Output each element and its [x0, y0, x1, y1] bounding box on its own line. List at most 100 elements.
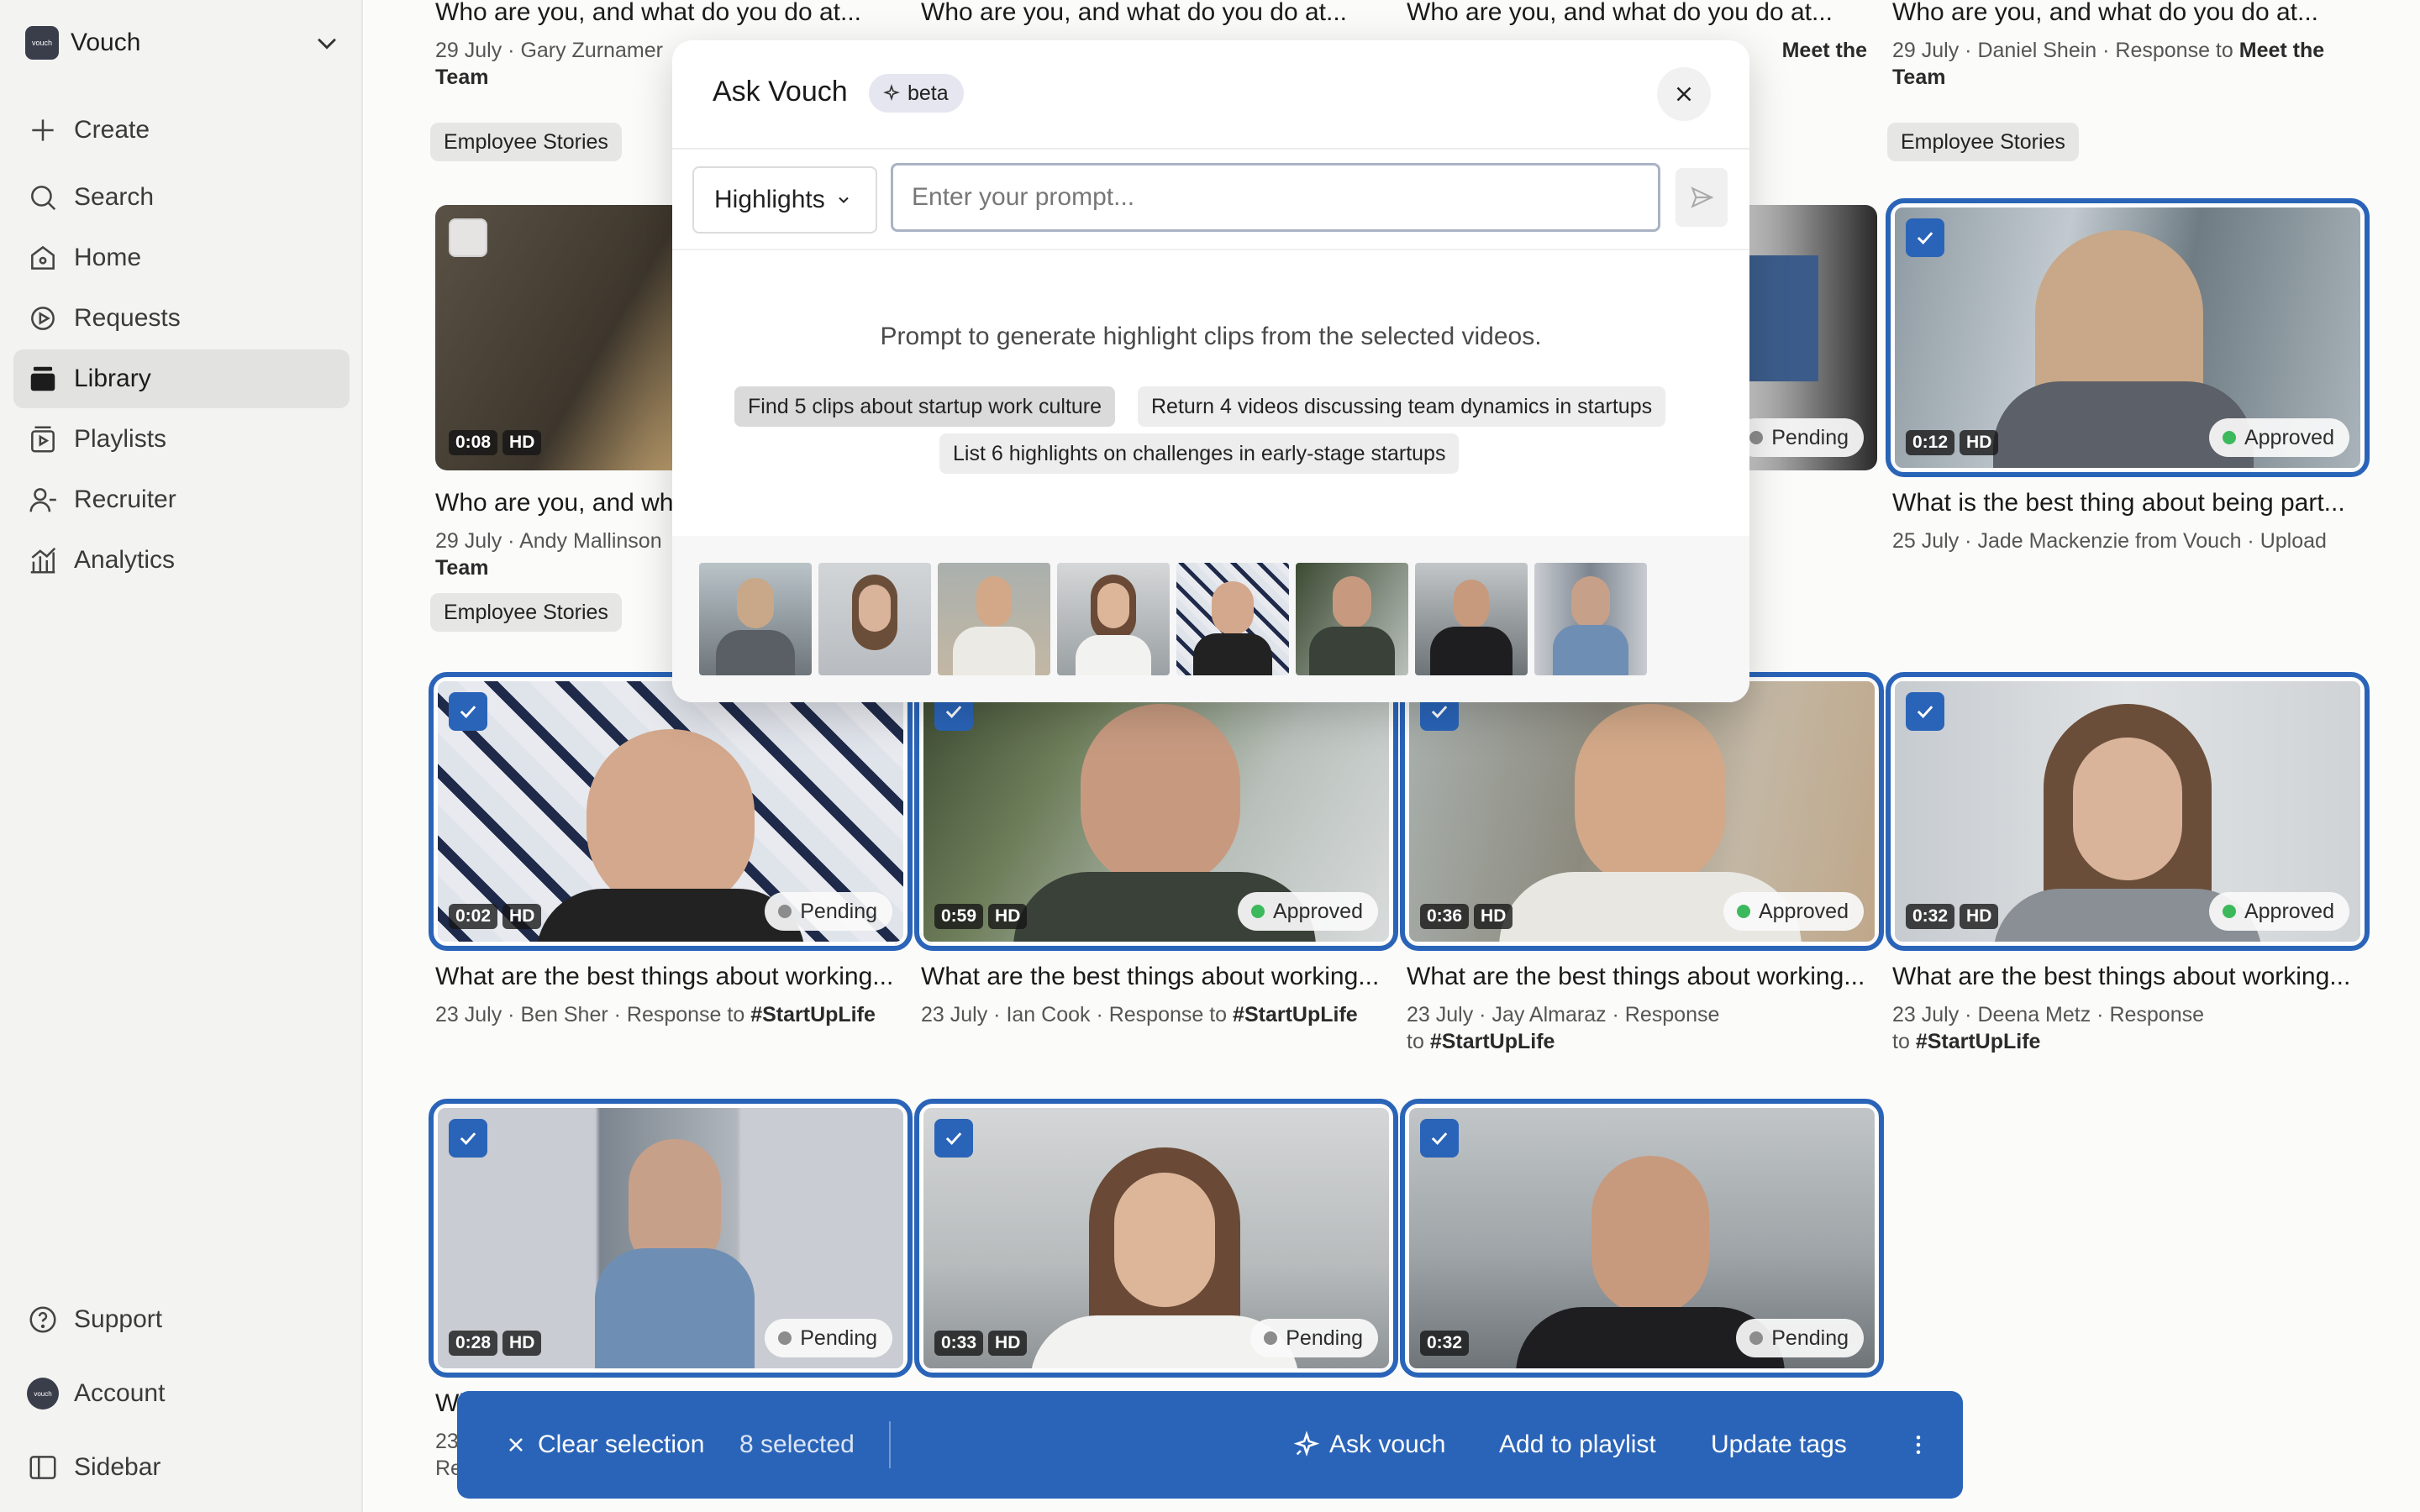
selected-video-thumbnail: [1176, 563, 1289, 675]
video-thumbnail[interactable]: 0:02 HD Pending: [429, 672, 913, 951]
mode-label: Highlights: [714, 186, 825, 213]
analytics-icon: [30, 547, 56, 574]
chevron-down-icon: [839, 197, 849, 203]
more-vertical-icon: [1916, 1436, 1921, 1454]
chevron-down-icon: [318, 38, 336, 50]
sidebar: vouch Vouch Create Search Home Requests …: [0, 0, 363, 1512]
video-thumbnail[interactable]: 0:36 HD Approved: [1400, 672, 1884, 951]
video-title: What is the best thing about being part.…: [1892, 489, 2345, 517]
duration-badge: 0:36 HD: [1420, 904, 1513, 929]
sidebar-item-sidebar-toggle[interactable]: Sidebar: [13, 1438, 350, 1497]
video-title: What are the best things about working..…: [921, 963, 1380, 990]
duration-badge: 0:33 HD: [934, 1331, 1028, 1356]
duration-badge: 0:32: [1420, 1331, 1470, 1356]
video-thumbnail[interactable]: 0:32 Pending: [1400, 1099, 1884, 1378]
video-meta: 23 July · Ian Cook · Response to #StartU…: [921, 1003, 1358, 1026]
video-meta: 25 July · Jade Mackenzie from Vouch · Up…: [1892, 529, 2327, 553]
duration-badge: 0:59 HD: [934, 904, 1028, 929]
workspace-name: Vouch: [71, 29, 141, 56]
select-checkbox[interactable]: [449, 692, 487, 731]
duration-badge: 0:02 HD: [449, 904, 542, 929]
duration-badge: 0:08 HD: [449, 430, 542, 455]
video-meta: 23 July · Ben Sher · Response to #StartU…: [435, 1003, 876, 1026]
suggestion-chip[interactable]: List 6 highlights on challenges in early…: [939, 433, 1460, 474]
tag-chip[interactable]: Employee Stories: [430, 123, 622, 161]
suggestion-chip[interactable]: Find 5 clips about startup work culture: [734, 386, 1116, 427]
suggestion-chip[interactable]: Return 4 videos discussing team dynamics…: [1138, 386, 1666, 427]
more-options-button[interactable]: [1906, 1391, 1931, 1499]
divider: [672, 249, 1749, 250]
selected-video-thumbnail: [1534, 563, 1647, 675]
sidebar-item-label: Playlists: [74, 425, 167, 453]
beta-badge: beta: [869, 74, 964, 113]
selected-video-thumbnail: [1415, 563, 1528, 675]
duration-badge: 0:32 HD: [1906, 904, 1999, 929]
duration-badge: 0:28 HD: [449, 1331, 542, 1356]
select-checkbox[interactable]: [1906, 218, 1944, 257]
sidebar-item-analytics[interactable]: Analytics: [13, 531, 350, 590]
sidebar-item-recruiter[interactable]: Recruiter: [13, 470, 350, 529]
send-button[interactable]: [1676, 168, 1728, 227]
video-title: Who are you, and what do you do at...: [435, 0, 861, 26]
select-checkbox[interactable]: [934, 1119, 973, 1158]
select-checkbox[interactable]: [449, 218, 487, 257]
selected-videos-strip: [672, 536, 1749, 702]
sidebar-item-playlists[interactable]: Playlists: [13, 410, 350, 469]
sidebar-item-create[interactable]: Create: [13, 101, 350, 160]
status-badge: Approved: [2208, 892, 2349, 931]
status-badge: Pending: [765, 1319, 892, 1357]
video-thumbnail[interactable]: 0:28 HD Pending: [429, 1099, 913, 1378]
sidebar-item-home[interactable]: Home: [13, 228, 350, 287]
close-icon: [509, 1438, 523, 1452]
selected-video-thumbnail: [938, 563, 1050, 675]
search-icon: [31, 186, 56, 211]
select-checkbox[interactable]: [1906, 692, 1944, 731]
plus-icon: [32, 119, 54, 141]
status-badge: Approved: [1723, 892, 1864, 931]
account-avatar: vouch: [27, 1378, 59, 1410]
video-title: Who are you, and what do you do at...: [1892, 0, 2318, 26]
sparkle-icon: [1293, 1431, 1320, 1457]
selected-video-thumbnail: [1296, 563, 1408, 675]
workspace-switcher[interactable]: vouch Vouch: [25, 24, 345, 62]
close-button[interactable]: [1657, 67, 1711, 121]
selected-count: 8 selected: [739, 1431, 855, 1458]
update-tags-button[interactable]: Update tags: [1711, 1391, 1847, 1499]
mode-dropdown[interactable]: Highlights: [692, 166, 877, 234]
video-thumbnail[interactable]: 0:32 HD Approved: [1886, 672, 2370, 951]
divider: [889, 1421, 891, 1468]
sidebar-item-account[interactable]: vouch Account: [13, 1364, 350, 1423]
tag-chip[interactable]: Employee Stories: [430, 593, 622, 632]
sidebar-icon: [29, 1456, 56, 1479]
sidebar-item-label: Sidebar: [74, 1453, 161, 1481]
video-title: Who are you, and what do you do at...: [921, 0, 1347, 26]
sidebar-item-search[interactable]: Search: [13, 168, 350, 227]
video-thumbnail[interactable]: 0:59 HD Approved: [914, 672, 1398, 951]
sidebar-item-label: Requests: [74, 304, 181, 332]
sidebar-item-label: Create: [74, 116, 150, 144]
prompt-input[interactable]: [891, 163, 1660, 232]
sidebar-item-label: Analytics: [74, 546, 176, 574]
ask-vouch-button[interactable]: Ask vouch: [1292, 1391, 1445, 1499]
sidebar-item-requests[interactable]: Requests: [13, 289, 350, 348]
requests-icon: [31, 307, 55, 330]
duration-badge: 0:12 HD: [1906, 430, 1999, 455]
sidebar-item-support[interactable]: Support: [13, 1290, 350, 1349]
sparkle-icon: [883, 84, 900, 102]
library-icon: [30, 366, 55, 391]
select-checkbox[interactable]: [1420, 1119, 1459, 1158]
home-icon: [31, 245, 55, 270]
video-thumbnail[interactable]: 0:12 HD Approved: [1886, 198, 2370, 477]
add-to-playlist-button[interactable]: Add to playlist: [1499, 1391, 1656, 1499]
dialog-title: Ask Vouch: [713, 76, 848, 108]
tag-chip[interactable]: Employee Stories: [1887, 123, 2079, 161]
selected-video-thumbnail: [699, 563, 812, 675]
divider: [672, 148, 1749, 150]
video-title: What are the best things about working..…: [1892, 963, 2351, 990]
sidebar-item-label: Account: [74, 1379, 166, 1407]
video-thumbnail[interactable]: 0:33 HD Pending: [914, 1099, 1398, 1378]
select-checkbox[interactable]: [449, 1119, 487, 1158]
sidebar-item-library[interactable]: Library: [13, 349, 350, 408]
selected-video-thumbnail: [1057, 563, 1170, 675]
clear-selection-button[interactable]: Clear selection: [504, 1391, 704, 1499]
